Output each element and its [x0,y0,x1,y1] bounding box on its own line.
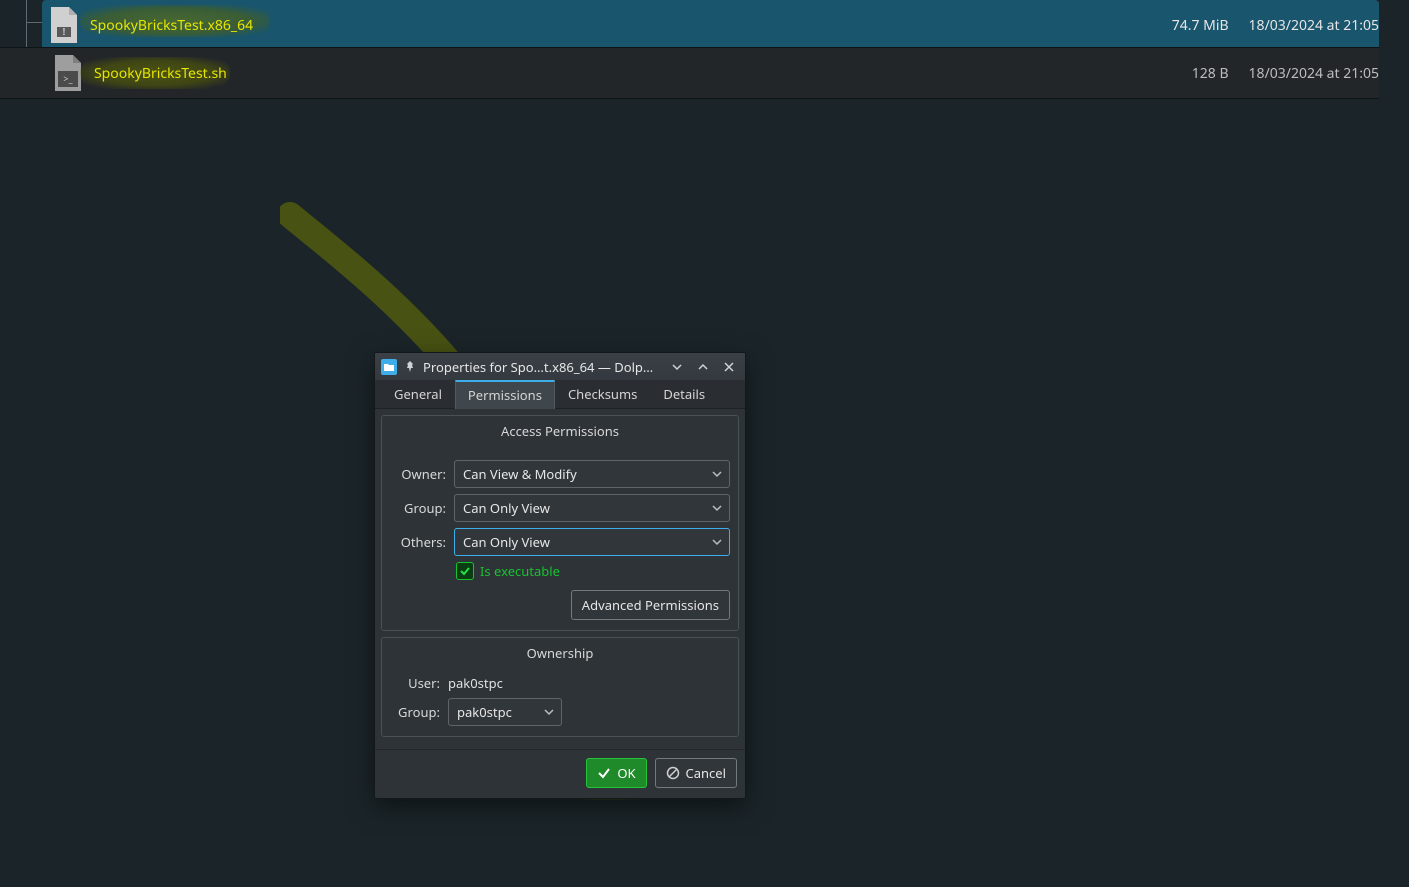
executable-file-icon: ! [46,4,82,46]
ownership-header: Ownership [390,644,730,662]
tab-general[interactable]: General [381,380,455,408]
owner-permissions-combo[interactable]: Can View & Modify [454,460,730,488]
dialog-title: Properties for Spo…t.x86_64 — Dolphin [423,358,661,376]
file-modified: 18/03/2024 at 21:05 [1249,64,1379,83]
others-permissions-combo[interactable]: Can Only View [454,528,730,556]
file-name: SpookyBricksTest.x86_64 [90,16,253,35]
file-name: SpookyBricksTest.sh [94,64,227,83]
file-row[interactable]: ! SpookyBricksTest.x86_64 74.7 MiB 18/03… [42,0,1379,50]
access-permissions-group: Access Permissions Owner: Can View & Mod… [381,415,739,631]
tab-permissions[interactable]: Permissions [455,380,555,409]
dialog-tabs: General Permissions Checksums Details [375,380,745,409]
file-size: 128 B [1192,64,1229,83]
others-label: Others: [390,533,446,551]
executable-label: Is executable [480,562,560,580]
cancel-button[interactable]: Cancel [655,758,737,788]
tab-checksums[interactable]: Checksums [555,380,650,408]
group-label: Group: [390,499,446,517]
pin-icon[interactable] [403,360,417,374]
file-modified: 18/03/2024 at 21:05 [1249,16,1379,35]
group-permissions-combo[interactable]: Can Only View [454,494,730,522]
file-size: 74.7 MiB [1172,16,1229,35]
user-label: User: [390,674,440,692]
shell-script-icon: >_ [50,52,86,94]
properties-dialog: Properties for Spo…t.x86_64 — Dolphin Ge… [374,352,746,799]
check-icon [597,766,611,780]
advanced-permissions-button[interactable]: Advanced Permissions [571,590,730,620]
svg-text:>_: >_ [63,72,73,85]
minimize-button[interactable] [667,357,687,377]
executable-checkbox[interactable] [456,562,474,580]
dialog-titlebar[interactable]: Properties for Spo…t.x86_64 — Dolphin [375,353,745,380]
ownership-group-combo[interactable]: pak0stpc [448,698,562,726]
cancel-icon [666,766,680,780]
maximize-button[interactable] [693,357,713,377]
chevron-down-icon [543,706,555,718]
dolphin-icon [381,359,397,375]
tab-details[interactable]: Details [650,380,718,408]
close-button[interactable] [719,357,739,377]
ownership-group: Ownership User: pak0stpc Group: pak0stpc [381,637,739,737]
access-header: Access Permissions [390,422,730,440]
owner-label: Owner: [390,465,446,483]
file-row[interactable]: >_ SpookyBricksTest.sh 128 B 18/03/2024 … [0,47,1379,99]
ownership-group-label: Group: [390,703,440,721]
chevron-down-icon [711,468,723,480]
user-value: pak0stpc [448,674,503,692]
svg-text:!: ! [63,24,66,38]
chevron-down-icon [711,502,723,514]
ok-button[interactable]: OK [586,758,646,788]
chevron-down-icon [711,536,723,548]
